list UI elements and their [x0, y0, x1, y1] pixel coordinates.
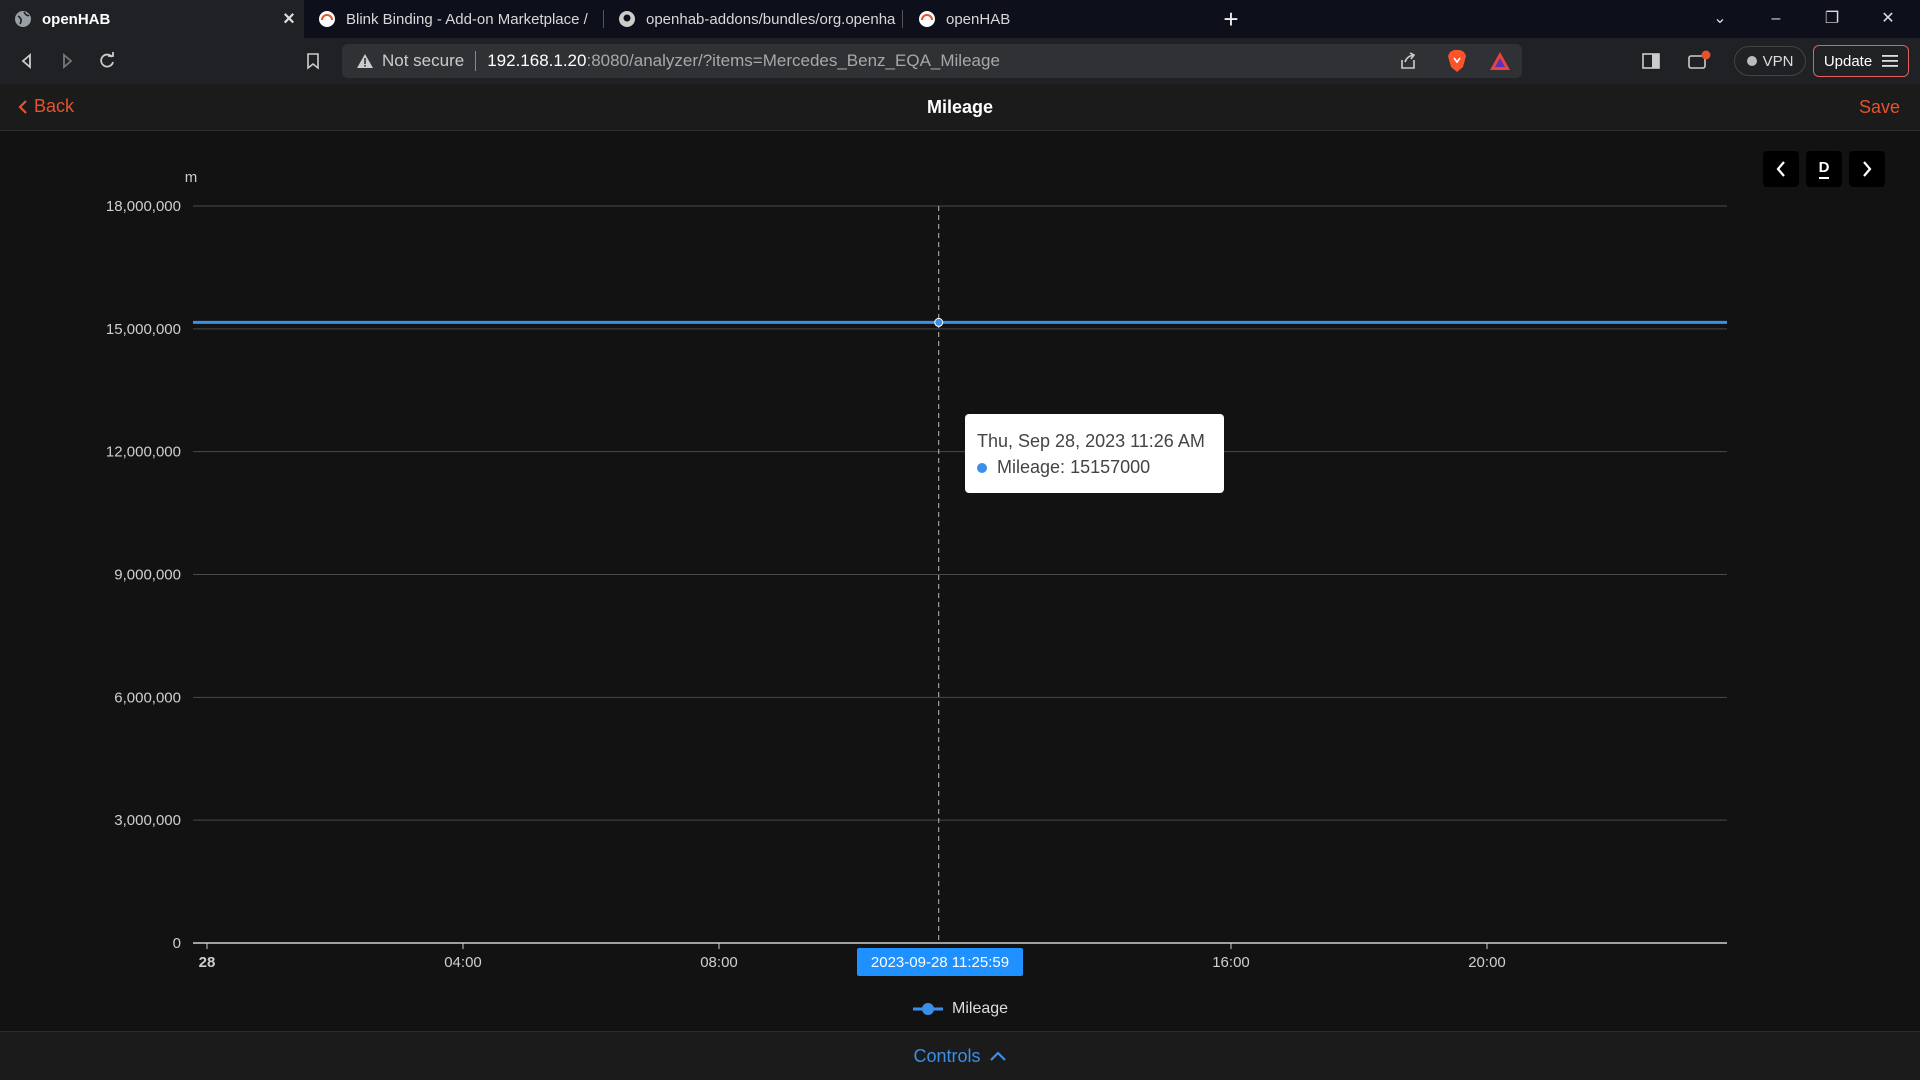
app-header: Back Mileage Save [0, 84, 1920, 131]
vpn-label: VPN [1762, 52, 1794, 70]
chart-legend[interactable]: Mileage [912, 1000, 1008, 1018]
back-nav-icon[interactable] [12, 46, 42, 76]
tab-openhab[interactable]: openHAB × [0, 0, 304, 38]
x-tick-label: 08:00 [700, 954, 738, 971]
y-tick-label: 0 [173, 935, 181, 952]
tab-title: openHAB [42, 10, 111, 28]
vpn-button[interactable]: VPN [1734, 46, 1806, 76]
mileage-chart[interactable]: m 0 3,000,000 6,000,000 9,000,000 12,000,000 1… [0, 131, 1920, 1031]
tab-openhab-2[interactable]: openHAB [904, 0, 1200, 38]
x-tick-label: 04:00 [444, 954, 482, 971]
page-title: Mileage [926, 97, 994, 117]
share-icon[interactable] [1393, 46, 1423, 76]
brave-rewards-icon[interactable] [1485, 46, 1515, 76]
y-tick-label: 6,000,000 [114, 689, 181, 706]
omnibox-divider [475, 51, 477, 71]
close-window-icon[interactable]: ✕ [1860, 0, 1916, 38]
legend-line-marker-icon [913, 1003, 943, 1015]
brave-shields-icon[interactable] [1442, 46, 1472, 76]
previous-period-button[interactable] [1763, 151, 1799, 187]
tab-title: openhab-addons/bundles/org.openha [646, 10, 896, 28]
period-label: D [1818, 159, 1830, 179]
menu-icon [1882, 55, 1899, 67]
tab-blink-binding[interactable]: Blink Binding - Add-on Marketplace / [304, 0, 594, 38]
tooltip-series-label: Mileage [997, 457, 1061, 477]
chevron-left-icon [1776, 161, 1785, 177]
restore-icon[interactable]: ❐ [1804, 0, 1860, 38]
y-tick-label: 15,000,000 [106, 321, 181, 338]
series-marker-icon [977, 463, 987, 474]
legend-item-mileage: Mileage [952, 1000, 1009, 1017]
save-button[interactable]: Save [1859, 97, 1900, 118]
globe-icon [15, 11, 31, 27]
x-tick-label: 16:00 [1212, 954, 1250, 971]
tooltip-value: 15157000 [1070, 457, 1151, 477]
chart-area: m 0 3,000,000 6,000,000 9,000,000 12,000,000 1… [0, 131, 1920, 1031]
chevron-right-icon [1863, 161, 1872, 177]
warning-icon [357, 54, 373, 68]
forward-nav-icon[interactable] [52, 46, 82, 76]
y-tick-label: 9,000,000 [114, 567, 181, 584]
sidebar-toggle-icon[interactable] [1636, 46, 1666, 76]
address-bar[interactable]: Not secure 192.168.1.20:8080/analyzer/?i… [342, 44, 1522, 78]
chevron-up-icon [989, 1051, 1006, 1061]
x-tick-label: 28 [199, 954, 216, 971]
update-label: Update [1823, 52, 1873, 70]
browser-tab-strip: openHAB × Blink Binding - Add-on Marketp… [0, 0, 1920, 38]
next-period-button[interactable] [1849, 151, 1885, 187]
url-path: :8080/analyzer/?items=Mercedes_Benz_EQA_… [586, 51, 1000, 70]
tooltip-datetime: Thu, Sep 28, 2023 11:26 AM [977, 431, 1205, 451]
chart-tooltip: Thu, Sep 28, 2023 11:26 AM Mileage: 1515… [965, 414, 1224, 493]
vpn-status-icon [1746, 56, 1757, 66]
new-tab-button[interactable]: + [1216, 4, 1246, 34]
y-tick-label: 18,000,000 [106, 198, 181, 215]
browser-toolbar: Not secure 192.168.1.20:8080/analyzer/?i… [0, 38, 1920, 84]
tab-title: Blink Binding - Add-on Marketplace / [346, 10, 588, 28]
y-axis-unit-label: m [185, 169, 198, 186]
period-selector-button[interactable]: D [1806, 151, 1842, 187]
tooltip-value-row: Mileage: 15157000 [977, 454, 1212, 480]
wallet-icon[interactable] [1684, 46, 1714, 76]
github-icon [619, 11, 635, 27]
controls-label: Controls [913, 1045, 981, 1066]
openhab-logo-icon [319, 11, 335, 27]
y-tick-label: 3,000,000 [114, 812, 181, 829]
minimize-icon[interactable]: – [1748, 0, 1804, 38]
url-host: 192.168.1.20 [487, 51, 587, 70]
security-label[interactable]: Not secure [382, 51, 464, 71]
tab-search-icon[interactable]: ⌄ [1692, 0, 1748, 38]
controls-toggle[interactable]: Controls [0, 1031, 1920, 1080]
reload-icon[interactable] [92, 46, 122, 76]
axis-pointer-label: 2023-09-28 11:25:59 [857, 948, 1023, 976]
tab-github[interactable]: openhab-addons/bundles/org.openha [604, 0, 900, 38]
tab-title: openHAB [946, 10, 1011, 28]
data-point-highlight [934, 317, 944, 327]
x-tick-label: 20:00 [1468, 954, 1506, 971]
close-tab-icon[interactable]: × [274, 8, 304, 31]
tab-separator [902, 10, 903, 28]
openhab-logo-icon [919, 11, 935, 27]
bookmark-icon[interactable] [298, 46, 328, 76]
update-button[interactable]: Update [1813, 45, 1909, 77]
y-tick-label: 12,000,000 [106, 444, 181, 461]
